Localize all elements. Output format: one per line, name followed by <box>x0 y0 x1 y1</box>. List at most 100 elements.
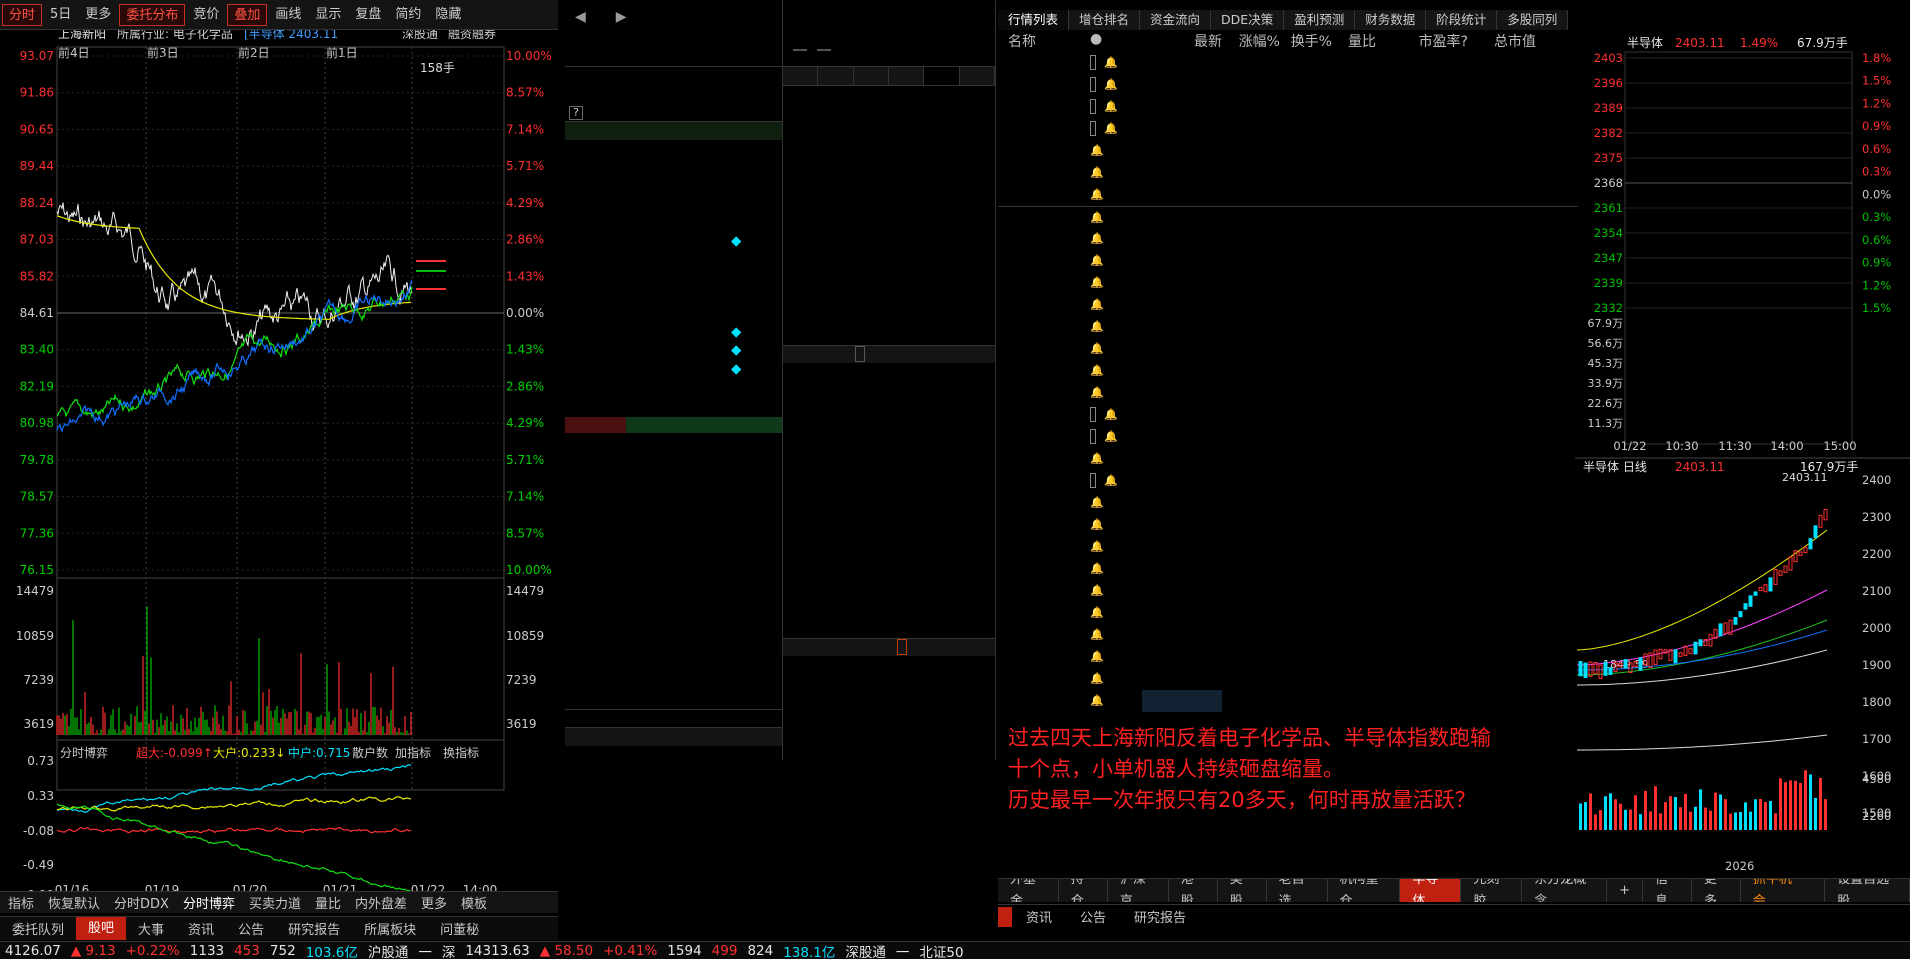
info-tab[interactable]: 大事 <box>126 919 176 938</box>
prev-arrow[interactable]: ◀ <box>575 9 586 25</box>
market-tab[interactable]: 阶段统计 <box>1426 10 1498 30</box>
market-tab[interactable]: DDE决策 <box>1211 10 1285 30</box>
news-tab[interactable]: 资讯 <box>1012 907 1066 926</box>
swap-indicator[interactable]: 换指标 <box>443 745 479 760</box>
toolbar-btn-4[interactable]: 竞价 <box>187 4 225 26</box>
col-header[interactable]: 涨幅% <box>1222 31 1280 51</box>
bell-icon[interactable]: 🔔 <box>1090 188 1104 201</box>
alert-button[interactable] <box>817 49 831 51</box>
info-tab[interactable]: 股吧 <box>76 917 127 940</box>
detail-tab[interactable] <box>924 67 960 85</box>
sector-charts[interactable]: 半导体 2403.11 1.49% 67.9万手 2403 2396 2389 2382 237… <box>1575 30 1910 880</box>
detail-tab[interactable] <box>853 67 889 85</box>
watch-button[interactable] <box>793 49 807 51</box>
indicator-tab[interactable]: 更多 <box>421 893 447 912</box>
indicator-tab[interactable]: 恢复默认 <box>48 893 100 912</box>
market-row[interactable]: 🔔 <box>998 338 1578 360</box>
market-row[interactable]: 🔔 <box>998 206 1578 228</box>
indicator-tab[interactable]: 指标 <box>8 893 34 912</box>
watchlist-tab[interactable]: 半导体 <box>1400 879 1462 902</box>
news-tab[interactable]: 公告 <box>1066 907 1120 926</box>
market-tab[interactable]: 行情列表 <box>998 10 1070 30</box>
market-tab[interactable]: 多股同列 <box>1497 10 1568 30</box>
watchlist-tab[interactable]: + <box>1607 879 1643 902</box>
watchlist-tab[interactable]: 抓牛机会... <box>1741 879 1826 902</box>
watchlist-tab[interactable]: 沪深京 <box>1108 879 1169 902</box>
market-row[interactable]: 🔔 <box>998 316 1578 338</box>
market-row[interactable]: 🔔 <box>998 492 1578 514</box>
market-row[interactable]: 🔔 <box>998 470 1578 492</box>
zhubi-filter[interactable] <box>855 346 865 363</box>
bell-icon[interactable]: 🔔 <box>1104 100 1118 113</box>
toolbar-btn-9[interactable]: 简约 <box>389 4 427 26</box>
market-row[interactable]: 🔔 <box>998 74 1578 96</box>
bell-icon[interactable]: 🔔 <box>1090 452 1104 465</box>
indicator-tab[interactable]: 买卖力道 <box>249 893 301 912</box>
bell-icon[interactable]: 🔔 <box>1104 408 1118 421</box>
market-row[interactable]: 🔔 <box>998 96 1578 118</box>
info-tab[interactable]: 资讯 <box>176 919 226 938</box>
bell-icon[interactable]: 🔔 <box>1090 540 1104 553</box>
watchlist-tab[interactable]: 外基金 <box>998 879 1059 902</box>
bell-icon[interactable]: 🔔 <box>1090 672 1104 685</box>
toolbar-btn-3[interactable]: 委托分布 <box>119 3 186 26</box>
bell-icon[interactable]: 🔔 <box>1090 496 1104 509</box>
col-header[interactable]: 换手% <box>1280 31 1332 51</box>
col-header[interactable]: ● <box>1090 31 1142 51</box>
bell-icon[interactable]: 🔔 <box>1090 232 1104 245</box>
bell-icon[interactable]: 🔔 <box>1090 562 1104 575</box>
bell-icon[interactable]: 🔔 <box>1090 254 1104 267</box>
toolbar-btn-6[interactable]: 画线 <box>269 4 307 26</box>
link-rzrq[interactable]: 融资融券 <box>448 30 496 41</box>
detail-tab[interactable] <box>959 67 995 85</box>
watchlist-tab[interactable]: 美股 <box>1218 879 1267 902</box>
news-tab[interactable]: 研究报告 <box>1120 907 1200 926</box>
toolbar-btn-0[interactable]: 分时 <box>2 3 43 26</box>
indicator-tab[interactable]: 内外盘差 <box>355 893 407 912</box>
bell-icon[interactable]: 🔔 <box>1090 518 1104 531</box>
col-header[interactable]: 总市值 <box>1468 31 1536 51</box>
col-header[interactable]: 名称 <box>998 31 1090 51</box>
market-row[interactable]: 🔔 <box>998 250 1578 272</box>
watchlist-tab[interactable]: 设置自选股 <box>1825 879 1910 902</box>
detail-tab[interactable] <box>888 67 925 85</box>
market-tab[interactable]: 增仓排名 <box>1069 10 1141 30</box>
indicator-tab[interactable]: 模板 <box>461 893 487 912</box>
market-tab[interactable]: 资金流向 <box>1140 10 1212 30</box>
bell-icon[interactable]: 🔔 <box>1090 650 1104 663</box>
bell-icon[interactable]: 🔔 <box>1090 276 1104 289</box>
watchlist-tab[interactable]: 信息 <box>1643 879 1692 902</box>
toolbar-btn-1[interactable]: 5日 <box>44 4 77 26</box>
market-row[interactable]: 🔔 <box>998 360 1578 382</box>
market-row[interactable]: 🔔 <box>998 580 1578 602</box>
link-sgt[interactable]: 深股通 <box>402 30 438 41</box>
market-row[interactable]: 🔔 <box>998 228 1578 250</box>
watchlist-tab[interactable]: 光刻胶 <box>1461 879 1523 902</box>
info-tab[interactable]: 问董秘 <box>428 919 491 938</box>
watchlist-tab[interactable]: 东方龙概念 <box>1522 879 1608 902</box>
bell-icon[interactable]: 🔔 <box>1104 78 1118 91</box>
help-icon[interactable]: ? <box>569 105 583 120</box>
toolbar-btn-8[interactable]: 复盘 <box>349 4 387 26</box>
info-tab[interactable]: 公告 <box>226 919 276 938</box>
market-row[interactable]: 🔔 <box>998 668 1578 690</box>
market-row[interactable]: 🔔 <box>998 118 1578 140</box>
market-row[interactable]: 🔔 <box>998 382 1578 404</box>
overlay-label[interactable]: [半导体 2403.11 <box>244 30 338 41</box>
bell-icon[interactable]: 🔔 <box>1090 320 1104 333</box>
bell-icon[interactable]: 🔔 <box>1090 606 1104 619</box>
toolbar-btn-7[interactable]: 显示 <box>309 4 347 26</box>
bell-icon[interactable]: 🔔 <box>1104 430 1118 443</box>
detail-tab[interactable] <box>783 67 819 85</box>
market-row[interactable]: 🔔 <box>998 602 1578 624</box>
watchlist-tab[interactable]: 持仓 <box>1059 879 1108 902</box>
toolbar-btn-2[interactable]: 更多 <box>79 4 117 26</box>
toolbar-btn-5[interactable]: 叠加 <box>227 3 268 26</box>
next-arrow[interactable]: ▶ <box>616 9 627 25</box>
toolbar-btn-10[interactable]: 隐藏 <box>429 4 467 26</box>
bell-icon[interactable]: 🔔 <box>1090 342 1104 355</box>
market-row[interactable]: 🔔 <box>998 294 1578 316</box>
market-row[interactable]: 🔔 <box>998 52 1578 74</box>
add-indicator[interactable]: 加指标 <box>395 745 431 760</box>
bell-icon[interactable]: 🔔 <box>1090 386 1104 399</box>
